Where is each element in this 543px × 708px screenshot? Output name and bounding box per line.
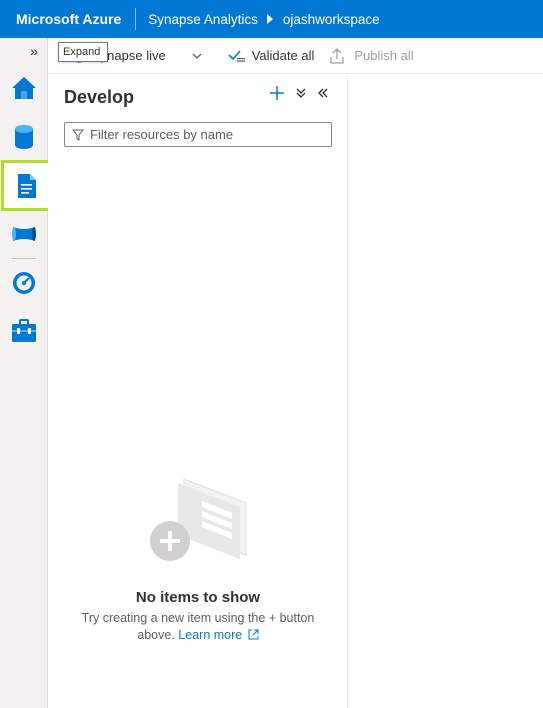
nav-data[interactable] bbox=[0, 113, 48, 161]
double-chevron-down-icon bbox=[296, 88, 306, 98]
nav-integrate[interactable] bbox=[0, 210, 48, 258]
double-chevron-left-icon bbox=[318, 88, 328, 98]
learn-more-link[interactable]: Learn more bbox=[178, 628, 242, 642]
panel-title: Develop bbox=[64, 87, 135, 107]
plus-icon bbox=[270, 86, 284, 100]
develop-panel: Develop Filter resources by name No item… bbox=[48, 75, 348, 708]
expand-all-button[interactable] bbox=[295, 87, 307, 99]
publish-all-label: Publish all bbox=[354, 48, 414, 63]
chevron-down-icon bbox=[192, 53, 202, 59]
nav-manage[interactable] bbox=[0, 307, 48, 355]
main-canvas bbox=[349, 75, 543, 708]
validate-all-label: Validate all bbox=[251, 48, 315, 63]
home-icon bbox=[12, 77, 36, 99]
left-nav-rail: » bbox=[0, 38, 53, 708]
brand-title[interactable]: Microsoft Azure bbox=[0, 8, 137, 30]
collapse-panel-button[interactable] bbox=[317, 87, 329, 99]
monitor-icon bbox=[13, 272, 35, 294]
command-bar: Synapse live Validate all Publish all bbox=[48, 38, 543, 74]
integrate-icon bbox=[12, 227, 36, 241]
top-header: Microsoft Azure Synapse Analytics ojashw… bbox=[0, 0, 543, 38]
empty-state-illustration bbox=[150, 478, 247, 561]
develop-icon bbox=[18, 173, 36, 198]
filter-icon bbox=[72, 129, 84, 141]
breadcrumb-workspace[interactable]: ojashworkspace bbox=[283, 12, 380, 27]
empty-title: No items to show bbox=[135, 589, 261, 606]
breadcrumb-service[interactable]: Synapse Analytics bbox=[148, 12, 258, 27]
add-resource-button[interactable] bbox=[269, 85, 285, 101]
nav-develop[interactable] bbox=[1, 160, 53, 211]
filter-resources bbox=[64, 122, 332, 147]
validate-all-button[interactable]: Validate all bbox=[228, 48, 315, 63]
data-icon bbox=[15, 125, 33, 149]
publish-all-button[interactable]: Publish all bbox=[330, 47, 414, 64]
expand-tooltip: Expand bbox=[58, 42, 108, 62]
breadcrumb-chevron-icon bbox=[266, 14, 273, 24]
nav-home[interactable] bbox=[0, 64, 48, 112]
publish-icon bbox=[330, 47, 345, 64]
expand-rail-button[interactable]: » bbox=[0, 38, 48, 64]
nav-monitor[interactable] bbox=[0, 259, 48, 307]
double-chevron-right-icon: » bbox=[30, 43, 38, 59]
filter-input[interactable] bbox=[90, 127, 320, 142]
manage-icon bbox=[12, 319, 36, 342]
panel-actions bbox=[259, 85, 329, 101]
empty-description: Try creating a new item using the + butt… bbox=[68, 610, 328, 644]
external-link-icon[interactable] bbox=[248, 629, 259, 640]
validate-icon bbox=[228, 49, 245, 62]
